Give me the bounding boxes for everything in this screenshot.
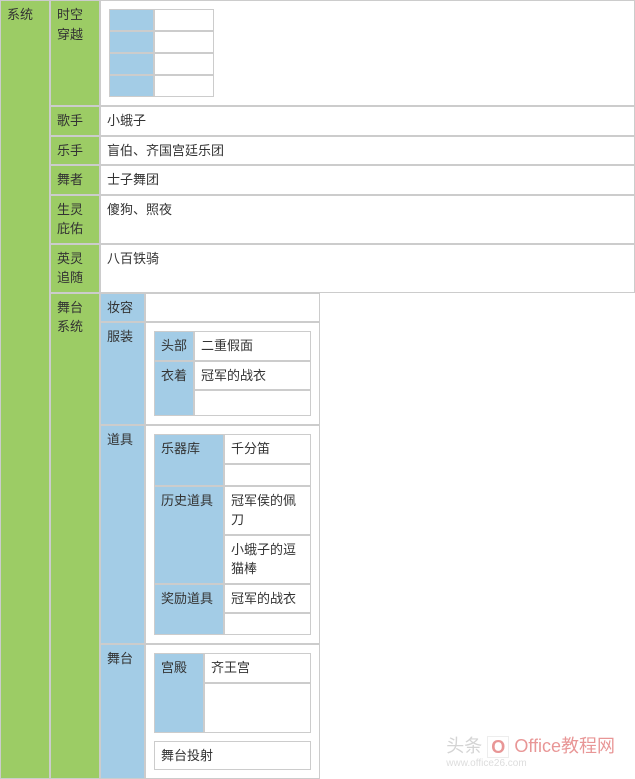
stage-projection-label: 舞台投射 bbox=[154, 741, 311, 771]
row-dancer-value: 士子舞团 bbox=[100, 165, 635, 195]
watermark-url: www.office26.com bbox=[446, 758, 615, 769]
costume-head-label: 头部 bbox=[154, 331, 194, 361]
row-spirit-label: 生灵庇佑 bbox=[50, 195, 100, 244]
watermark: 头条 O Office教程网 www.office26.com bbox=[446, 732, 615, 769]
stage-makeup-value bbox=[145, 293, 320, 323]
row-singer-label: 歌手 bbox=[50, 106, 100, 136]
row-singer-value: 小蛾子 bbox=[100, 106, 635, 136]
row-dancer-label: 舞者 bbox=[50, 165, 100, 195]
props-history-value1: 冠军侯的佩刀 bbox=[224, 486, 311, 535]
props-reward-label: 奖励道具 bbox=[154, 584, 224, 636]
row-hero-value: 八百铁骑 bbox=[100, 244, 635, 293]
props-reward-value: 冠军的战衣 bbox=[224, 584, 311, 614]
root-label: 系统 bbox=[0, 0, 50, 779]
props-history-value2: 小蛾子的逗猫棒 bbox=[224, 535, 311, 584]
row-musician-label: 乐手 bbox=[50, 136, 100, 166]
row-spirit-value: 傻狗、照夜 bbox=[100, 195, 635, 244]
props-history-label: 历史道具 bbox=[154, 486, 224, 584]
watermark-prefix: 头条 bbox=[446, 736, 482, 756]
costume-clothes-value: 冠军的战衣 bbox=[194, 361, 311, 391]
props-instrument-value: 千分笛 bbox=[224, 434, 311, 464]
costume-head-value: 二重假面 bbox=[194, 331, 311, 361]
row-hero-label: 英灵追随 bbox=[50, 244, 100, 293]
row-musician-value: 盲伯、齐国宫廷乐团 bbox=[100, 136, 635, 166]
stage-makeup-label: 妆容 bbox=[100, 293, 145, 323]
stage-costume-label: 服装 bbox=[100, 322, 145, 425]
stage-props-box: 乐器库 千分笛 历史道具 冠军侯的佩刀 小蛾子的逗猫棒 bbox=[145, 425, 320, 644]
palace-label: 宫殿 bbox=[154, 653, 204, 733]
office-icon: O bbox=[491, 737, 505, 757]
stage-sub-label: 舞台 bbox=[100, 644, 145, 779]
costume-clothes-label: 衣着 bbox=[154, 361, 194, 417]
row-time-travel-label: 时空穿越 bbox=[50, 0, 100, 106]
watermark-brand: Office教程网 bbox=[514, 736, 615, 756]
props-instrument-label: 乐器库 bbox=[154, 434, 224, 486]
palace-value: 齐王宫 bbox=[204, 653, 311, 683]
stage-costume-box: 头部 二重假面 衣着 冠军的战衣 bbox=[145, 322, 320, 425]
row-stage-system-label: 舞台系统 bbox=[50, 293, 100, 779]
row-time-travel-content bbox=[100, 0, 635, 106]
stage-sub-box: 宫殿 齐王宫 舞台投射 bbox=[145, 644, 320, 779]
stage-props-label: 道具 bbox=[100, 425, 145, 644]
